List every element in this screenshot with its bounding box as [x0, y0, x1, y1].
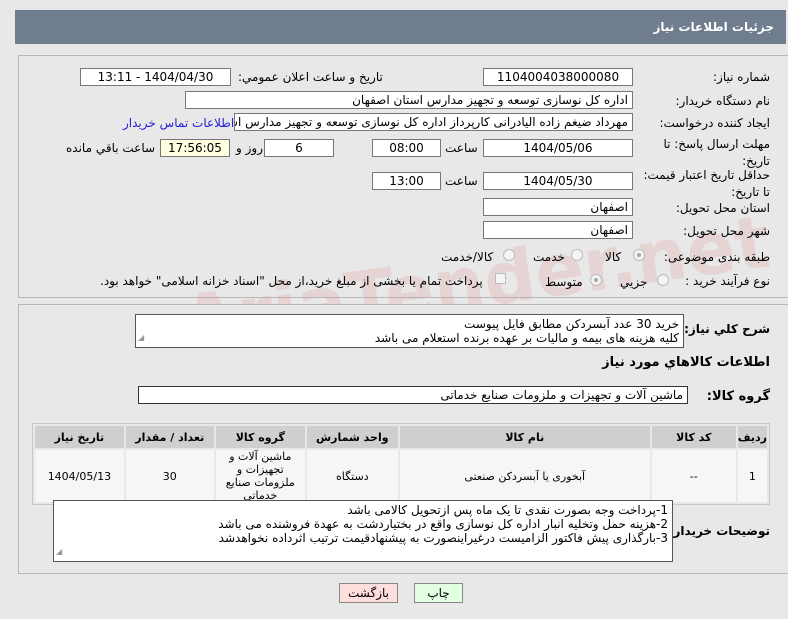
- notes-line: 3-بارگذاری پیش فاکتور الزامیست درغیراینص…: [218, 531, 668, 545]
- col-group: گروه کالا: [215, 426, 305, 448]
- creator-field[interactable]: مهرداد ضیغم زاده الیادرانی کارپرداز ادار…: [234, 113, 633, 131]
- announce-label: تاریخ و ساعت اعلان عمومي:: [238, 70, 383, 84]
- description-line: خرید 30 عدد آبسردکن مطابق فایل پیوست: [464, 317, 679, 331]
- deadline-time-field[interactable]: 08:00: [372, 139, 441, 157]
- cell-qty: 30: [125, 450, 214, 502]
- goods-table: رديف کد کالا نام کالا واحد شمارش گروه کا…: [32, 423, 770, 505]
- remaining-time-field: 17:56:05: [160, 139, 230, 157]
- cell-date: 1404/05/13: [35, 450, 124, 502]
- validity-label: حداقل تاریخ اعتبار قیمت: تا تاریخ:: [643, 168, 770, 199]
- cell-row: 1: [737, 450, 767, 502]
- announce-field[interactable]: 1404/04/30 - 13:11: [80, 68, 231, 86]
- days-label: روز و: [236, 141, 263, 155]
- cell-code: --: [651, 450, 736, 502]
- remaining-label: ساعت باقي مانده: [66, 141, 156, 155]
- notes-line: 2-هزینه حمل وتخلیه انبار اداره کل نوسازی…: [218, 517, 668, 531]
- resize-grip-icon[interactable]: ◢: [56, 545, 62, 559]
- cell-unit: دستگاه: [306, 450, 398, 502]
- table-row: 1 -- آبخوری یا آبسردکن صنعتی دستگاه ماشی…: [35, 450, 767, 502]
- deadline-date-field[interactable]: 1404/05/06: [483, 139, 633, 157]
- col-name: نام کالا: [399, 426, 650, 448]
- deadline-time-label: ساعت: [445, 141, 478, 155]
- category-goods-radio[interactable]: [633, 249, 645, 261]
- cell-group: ماشین آلات و تجهیزات و ملزومات صنایع خدم…: [215, 450, 305, 502]
- goods-group-field[interactable]: ماشین آلات و تجهیزات و ملزومات صنایع خدم…: [138, 386, 688, 404]
- table-header-row: رديف کد کالا نام کالا واحد شمارش گروه کا…: [35, 426, 767, 448]
- back-button[interactable]: بازگشت: [339, 583, 398, 603]
- category-service-radio[interactable]: [571, 249, 583, 261]
- buyer-org-field[interactable]: اداره کل نوسازی توسعه و تجهیز مدارس استا…: [185, 91, 633, 109]
- col-date: تاریخ نیاز: [35, 426, 124, 448]
- process-minor-label: جزیي: [620, 275, 648, 289]
- col-code: کد کالا: [651, 426, 736, 448]
- process-medium-radio[interactable]: [590, 274, 602, 286]
- treasury-checkbox[interactable]: [495, 273, 506, 284]
- goods-section-title: اطلاعات کالاهاي مورد نياز: [602, 355, 770, 370]
- print-button[interactable]: چاپ: [414, 583, 463, 603]
- need-number-field[interactable]: 1104004038000080: [483, 68, 633, 86]
- city-label: شهر محل تحویل:: [683, 224, 770, 238]
- col-row: رديف: [737, 426, 767, 448]
- need-number-label: شماره نیاز:: [713, 70, 770, 84]
- col-qty: تعداد / مقدار: [125, 426, 214, 448]
- province-field[interactable]: اصفهان: [483, 198, 633, 216]
- category-both-radio[interactable]: [503, 249, 515, 261]
- process-medium-label: متوسط: [545, 275, 583, 289]
- category-service-label: خدمت: [533, 250, 565, 264]
- goods-group-label: گروه کالا:: [706, 389, 770, 404]
- validity-date-field[interactable]: 1404/05/30: [483, 172, 633, 190]
- validity-time-field[interactable]: 13:00: [372, 172, 441, 190]
- city-field[interactable]: اصفهان: [483, 221, 633, 239]
- col-unit: واحد شمارش: [306, 426, 398, 448]
- cell-name: آبخوری یا آبسردکن صنعتی: [399, 450, 650, 502]
- buyer-org-label: نام دستگاه خریدار:: [675, 94, 771, 108]
- notes-line: 1-پرداخت وجه بصورت نقدی تا یک ماه پس ازت…: [347, 503, 668, 517]
- days-field[interactable]: 6: [264, 139, 334, 157]
- page-header: جزئیات اطلاعات نیاز: [15, 10, 786, 44]
- province-label: استان محل تحویل:: [675, 201, 770, 215]
- buyer-notes-textarea[interactable]: 1-پرداخت وجه بصورت نقدی تا یک ماه پس ازت…: [53, 500, 673, 562]
- process-minor-radio[interactable]: [657, 274, 669, 286]
- description-line: کلیه هزینه های بیمه و مالیات بر عهده برن…: [374, 331, 679, 345]
- treasury-note: پرداخت تمام یا بخشی از مبلغ خرید،از محل …: [100, 274, 483, 288]
- creator-label: ایجاد کننده درخواست:: [659, 116, 770, 130]
- deadline-label: مهلت ارسال پاسخ: تا تاریخ:: [663, 137, 770, 168]
- contact-buyer-link[interactable]: اطلاعات تماس خریدار: [123, 116, 234, 130]
- category-both-label: کالا/خدمت: [441, 250, 494, 264]
- buyer-notes-label: توضیحات خریدار:: [668, 524, 770, 538]
- description-label: شرح كلي نياز:: [684, 322, 770, 336]
- process-label: نوع فرآیند خرید :: [685, 274, 770, 288]
- resize-grip-icon[interactable]: ◢: [138, 331, 144, 345]
- category-goods-label: کالا: [605, 250, 622, 264]
- validity-time-label: ساعت: [445, 174, 478, 188]
- category-label: طبقه بندی موضوعی:: [663, 250, 770, 264]
- description-textarea[interactable]: خرید 30 عدد آبسردکن مطابق فایل پیوست کلی…: [135, 314, 684, 348]
